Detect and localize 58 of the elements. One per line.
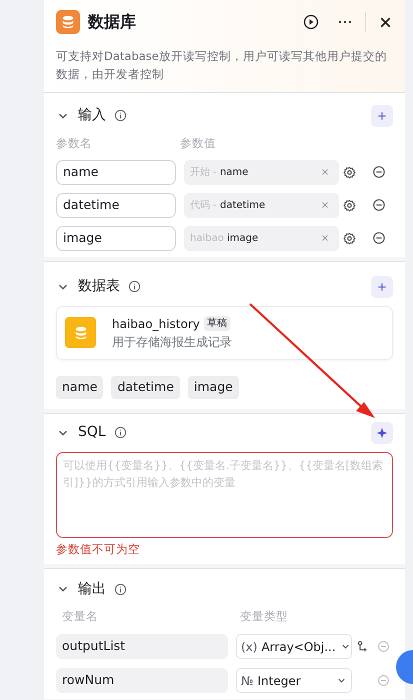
add-button[interactable]	[371, 276, 393, 298]
settings-icon[interactable]	[343, 198, 356, 212]
sql-field[interactable]: 可以使用{{变量名}}、{{变量名.子变量名}}、{{变量名[数组索引]}}的方式引用输入参数中的变量	[56, 452, 393, 538]
table-title: 数据表	[78, 277, 120, 296]
description: 可支持对Database放开读写控制，用户可读写其他用户提交的数据，由开发者控制	[56, 48, 388, 83]
param-value-field[interactable]: 开始 - name	[184, 160, 339, 185]
output-title: 输出	[78, 580, 106, 599]
table-description: 用于存储海报生成记录	[112, 334, 232, 351]
settings-icon[interactable]	[343, 166, 356, 179]
clear-icon[interactable]	[321, 234, 329, 242]
status-badge: 草稿	[204, 316, 230, 332]
type-icon: (x)	[241, 638, 258, 656]
type-icon: №	[241, 672, 254, 690]
variable-reference: 开始 - name	[190, 166, 250, 180]
column-label: 参数值	[180, 134, 216, 152]
variable-reference: 代码 - datetime	[190, 198, 266, 213]
info-icon	[114, 426, 127, 440]
type-select[interactable]: № Integer	[236, 668, 352, 694]
play-icon[interactable]	[303, 14, 319, 30]
add-child-icon[interactable]	[356, 640, 369, 654]
add-button[interactable]	[371, 104, 393, 127]
table-name: haibao_history	[112, 316, 200, 333]
column-label: 参数名	[56, 134, 93, 152]
param-name-field[interactable]: image	[56, 226, 176, 251]
param-name-field[interactable]: datetime	[56, 192, 176, 218]
sparkle-icon	[376, 426, 388, 439]
column-label: 变量名	[61, 608, 99, 625]
error-message: 参数值不可为空	[56, 540, 141, 558]
variable-reference: haibao image	[190, 232, 260, 246]
param-value-field[interactable]: haibao image	[184, 226, 339, 251]
type-label: Integer	[257, 672, 302, 690]
panel-title: 数据库	[88, 11, 137, 33]
plus-icon	[377, 110, 387, 121]
variable-name-field[interactable]: outputList	[56, 634, 228, 660]
field-tag: image	[188, 376, 239, 399]
database-icon	[65, 317, 96, 348]
type-label: Array<Obj...	[261, 638, 336, 656]
type-select[interactable]: (x) Array<Obj...	[236, 634, 352, 660]
input-title: 输入	[78, 106, 106, 126]
clear-icon[interactable]	[321, 168, 329, 176]
info-icon	[114, 109, 127, 122]
ai-generate-button[interactable]	[371, 422, 393, 444]
column-label: 变量类型	[240, 608, 288, 625]
clear-icon[interactable]	[321, 201, 329, 210]
info-icon	[114, 582, 127, 596]
remove-icon[interactable]	[372, 231, 386, 246]
plus-icon	[377, 282, 387, 292]
field-tag: datetime	[111, 376, 180, 399]
param-value-field[interactable]: 代码 - datetime	[184, 192, 339, 218]
remove-icon[interactable]	[372, 165, 386, 180]
database-icon	[56, 10, 80, 34]
param-name-field[interactable]: name	[56, 160, 176, 185]
info-icon	[128, 280, 141, 294]
remove-icon[interactable]	[372, 198, 386, 212]
sql-title: SQL	[78, 423, 106, 442]
field-tag: name	[56, 376, 104, 399]
settings-icon[interactable]	[343, 232, 356, 245]
variable-name-field[interactable]: rowNum	[56, 668, 228, 694]
